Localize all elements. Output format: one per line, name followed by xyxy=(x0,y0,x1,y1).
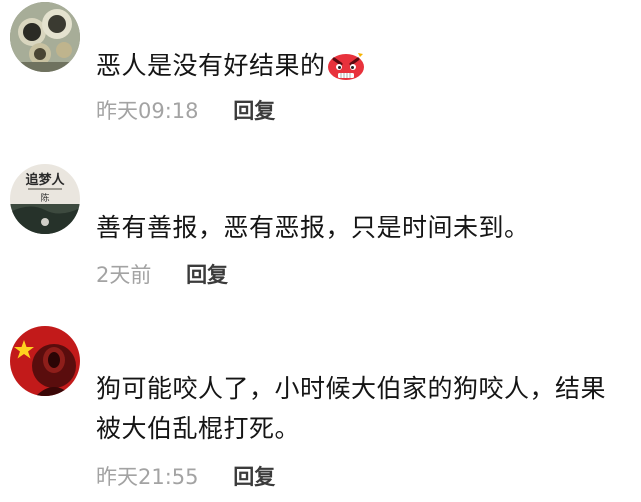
avatar-dream-image: 追梦人 陈 xyxy=(10,164,80,234)
comment-meta: 昨天09:18 回复 xyxy=(96,97,275,125)
comment-text: 善有善报，恶有恶报，只是时间未到。 xyxy=(96,213,530,242)
avatar[interactable] xyxy=(10,326,80,396)
reply-button[interactable]: 回复 xyxy=(233,97,275,125)
avatar-flag-image xyxy=(10,326,80,396)
avatar-coins-image xyxy=(10,2,80,72)
comment-text-content: 恶人是没有好结果的 xyxy=(96,51,326,80)
reply-button[interactable]: 回复 xyxy=(233,463,275,491)
reply-button[interactable]: 回复 xyxy=(186,261,228,289)
comment-meta: 2天前 回复 xyxy=(96,261,228,289)
angry-face-icon xyxy=(326,49,366,81)
comment-time: 昨天21:55 xyxy=(96,465,199,489)
avatar[interactable]: 追梦人 陈 xyxy=(10,164,80,234)
avatar-title-text: 追梦人 xyxy=(25,172,65,188)
comment-text: 恶人是没有好结果的 xyxy=(96,46,619,86)
comment-time: 昨天09:18 xyxy=(96,99,199,123)
comment-meta: 昨天21:55 回复 xyxy=(96,463,275,491)
comment-item: 恶人是没有好结果的 昨天09:18 回复 xyxy=(0,0,641,150)
comment-time: 2天前 xyxy=(96,263,152,287)
avatar[interactable] xyxy=(10,2,80,72)
comment-item: 追梦人 陈 善有善报，恶有恶报，只是时间未到。 2天前 回复 xyxy=(0,150,641,320)
comment-item: 狗可能咬人了，小时候大伯家的狗咬人，结果被大伯乱棍打死。 昨天21:55 回复 xyxy=(0,320,641,502)
avatar-sub-text: 陈 xyxy=(40,192,49,204)
comment-text: 狗可能咬人了，小时候大伯家的狗咬人，结果被大伯乱棍打死。 xyxy=(96,374,607,443)
